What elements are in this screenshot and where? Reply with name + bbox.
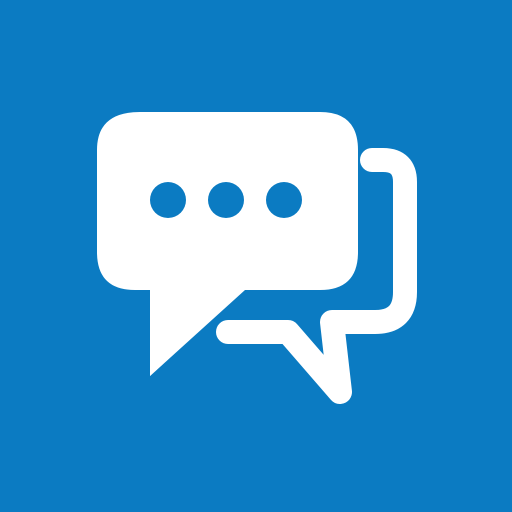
typing-dots <box>150 182 302 218</box>
chat-app-icon[interactable] <box>0 0 512 512</box>
chat-bubbles-icon <box>0 0 512 512</box>
typing-dot <box>266 182 302 218</box>
typing-dot <box>150 182 186 218</box>
typing-dot <box>208 182 244 218</box>
